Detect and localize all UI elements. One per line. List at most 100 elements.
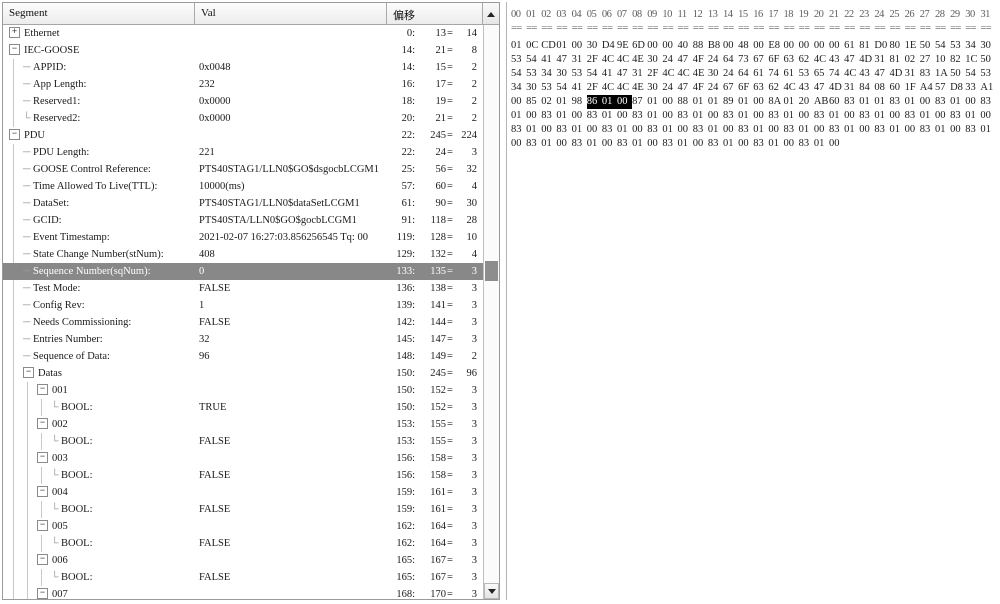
hex-byte[interactable]: 01 xyxy=(617,123,632,137)
hex-byte[interactable]: 30 xyxy=(556,67,571,81)
hex-byte[interactable]: 50 xyxy=(950,67,965,81)
hex-byte[interactable]: 82 xyxy=(950,53,965,67)
hex-byte[interactable]: 67 xyxy=(753,53,768,67)
hex-byte[interactable]: 4E xyxy=(632,81,647,95)
hex-byte[interactable]: 6F xyxy=(738,81,753,95)
hex-byte[interactable]: 01 xyxy=(874,95,889,109)
hex-byte[interactable]: 27 xyxy=(920,53,935,67)
hex-byte[interactable]: 61 xyxy=(753,67,768,81)
tree-collapse-icon[interactable]: − xyxy=(23,367,34,379)
hex-byte[interactable]: 43 xyxy=(859,67,874,81)
hex-byte[interactable]: 4E xyxy=(693,67,708,81)
hex-byte[interactable]: 83 xyxy=(890,95,905,109)
hex-byte[interactable]: 02 xyxy=(905,53,920,67)
hex-byte[interactable]: 00 xyxy=(678,123,693,137)
hex-byte[interactable]: 00 xyxy=(753,109,768,123)
hex-byte[interactable]: 01 xyxy=(511,39,526,53)
hex-byte[interactable]: 01 xyxy=(859,95,874,109)
hex-byte[interactable]: 01 xyxy=(632,137,647,151)
hex-byte[interactable]: 4C xyxy=(602,53,617,67)
hex-byte[interactable]: 41 xyxy=(602,67,617,81)
hex-byte[interactable]: 83 xyxy=(708,137,723,151)
hex-byte[interactable]: 00 xyxy=(753,39,768,53)
hex-row[interactable]: 00 85 02 01 98 86 01 00 87 01 00 88 01 01 89 01 00 8A 01 20… xyxy=(511,95,996,109)
hex-byte[interactable]: 4D xyxy=(890,67,905,81)
hex-byte[interactable]: 73 xyxy=(738,53,753,67)
hex-byte[interactable]: 01 xyxy=(965,109,980,123)
tree-row[interactable]: ─ State Change Number(stNum): 408 129: 132 = 4 xyxy=(3,246,483,263)
tree-row[interactable]: ─ Time Allowed To Live(TTL): 10000(ms) 57: 6… xyxy=(3,178,483,195)
hex-byte[interactable]: 4D xyxy=(859,53,874,67)
hex-byte[interactable]: 60 xyxy=(829,95,844,109)
hex-byte[interactable]: 6D xyxy=(632,39,647,53)
hex-byte[interactable]: 01 xyxy=(753,123,768,137)
hex-byte[interactable]: 83 xyxy=(647,123,662,137)
hex-byte[interactable]: 00 xyxy=(662,95,677,109)
hex-byte[interactable]: 83 xyxy=(920,123,935,137)
hex-byte[interactable]: 01 xyxy=(708,95,723,109)
hex-byte[interactable]: 01 xyxy=(556,109,571,123)
hex-byte[interactable]: 83 xyxy=(965,123,980,137)
hex-byte[interactable]: 54 xyxy=(935,39,950,53)
hex-byte[interactable]: 31 xyxy=(844,81,859,95)
hex-byte[interactable]: 01 xyxy=(799,123,814,137)
hex-byte[interactable]: 01 xyxy=(708,123,723,137)
tree-row[interactable]: ─ Reserved1: 0x0000 18: 19 = 2 xyxy=(3,93,483,110)
hex-byte[interactable]: 30 xyxy=(708,67,723,81)
hex-byte[interactable]: 00 xyxy=(738,137,753,151)
hex-byte[interactable]: 83 xyxy=(693,123,708,137)
hex-byte[interactable]: 00 xyxy=(602,137,617,151)
hex-byte[interactable]: 01 xyxy=(874,109,889,123)
hex-byte[interactable]: 01 xyxy=(768,137,783,151)
tree-vertical-scrollbar[interactable] xyxy=(483,25,499,599)
hex-byte[interactable]: 00 xyxy=(784,137,799,151)
hex-byte[interactable]: 00 xyxy=(632,123,647,137)
hex-byte[interactable]: 54 xyxy=(965,67,980,81)
hex-byte[interactable]: 53 xyxy=(526,67,541,81)
tree-row[interactable]: −007 168: 170 = 3 xyxy=(3,586,483,599)
hex-byte[interactable]: 00 xyxy=(905,123,920,137)
tree-row[interactable]: ─ GOOSE Control Reference: PTS40STAG1/LLN0… xyxy=(3,161,483,178)
column-header-offset[interactable]: 偏移 xyxy=(387,3,482,24)
hex-byte[interactable]: 83 xyxy=(723,109,738,123)
hex-byte[interactable]: 83 xyxy=(662,137,677,151)
hex-byte[interactable]: 83 xyxy=(541,109,556,123)
tree-row[interactable]: ─ Event Timestamp: 2021-02-07 16:27:03.856… xyxy=(3,229,483,246)
hex-byte[interactable]: 01 xyxy=(693,109,708,123)
hex-byte[interactable]: 01 xyxy=(556,95,571,109)
hex-byte[interactable]: 63 xyxy=(753,81,768,95)
hex-byte[interactable]: 01 xyxy=(556,39,571,53)
hex-byte[interactable]: 30 xyxy=(980,39,995,53)
hex-byte[interactable]: E8 xyxy=(768,39,783,53)
tree-row[interactable]: └ BOOL: FALSE 165: 167 = 3 xyxy=(3,569,483,586)
hex-byte[interactable]: 01 xyxy=(526,123,541,137)
hex-byte[interactable]: 50 xyxy=(980,53,995,67)
hex-byte[interactable]: 00 xyxy=(890,109,905,123)
hex-dump-content[interactable]: 00 01 02 03 04 05 06 07 08 09 10 11 12 13 14 15 16 17 18 19… xyxy=(507,2,998,151)
hex-byte[interactable]: 4C xyxy=(678,67,693,81)
hex-byte[interactable]: 01 xyxy=(905,95,920,109)
hex-byte[interactable]: 83 xyxy=(814,109,829,123)
hex-byte[interactable]: 01 xyxy=(678,137,693,151)
hex-byte[interactable]: 30 xyxy=(587,39,602,53)
hex-byte[interactable]: 00 xyxy=(662,109,677,123)
hex-byte[interactable]: 4F xyxy=(693,53,708,67)
hex-byte[interactable]: 85 xyxy=(526,95,541,109)
hex-byte[interactable]: 00 xyxy=(693,137,708,151)
tree-row[interactable]: − IEC-GOOSE 14: 21 = 8 xyxy=(3,42,483,59)
hex-byte[interactable]: D4 xyxy=(602,39,617,53)
hex-byte[interactable]: 53 xyxy=(511,53,526,67)
scroll-up-button[interactable] xyxy=(482,3,499,24)
hex-byte[interactable]: 53 xyxy=(799,67,814,81)
hex-row[interactable]: 34 30 53 54 41 2F 4C 4C 4E 30 24 47 4F 24 67 6F 63 62 4C 43… xyxy=(511,81,996,95)
hex-byte[interactable]: 01 xyxy=(890,123,905,137)
hex-byte[interactable]: 0C xyxy=(526,39,541,53)
hex-byte[interactable]: 83 xyxy=(980,95,995,109)
hex-byte[interactable]: 53 xyxy=(950,39,965,53)
hex-byte[interactable]: 00 xyxy=(647,137,662,151)
hex-byte[interactable]: 02 xyxy=(541,95,556,109)
hex-byte[interactable]: 00 xyxy=(980,109,995,123)
tree-row[interactable]: ─ Sequence of Data: 96 148: 149 = 2 xyxy=(3,348,483,365)
hex-byte[interactable]: 01 xyxy=(723,137,738,151)
hex-byte[interactable]: 00 xyxy=(556,137,571,151)
